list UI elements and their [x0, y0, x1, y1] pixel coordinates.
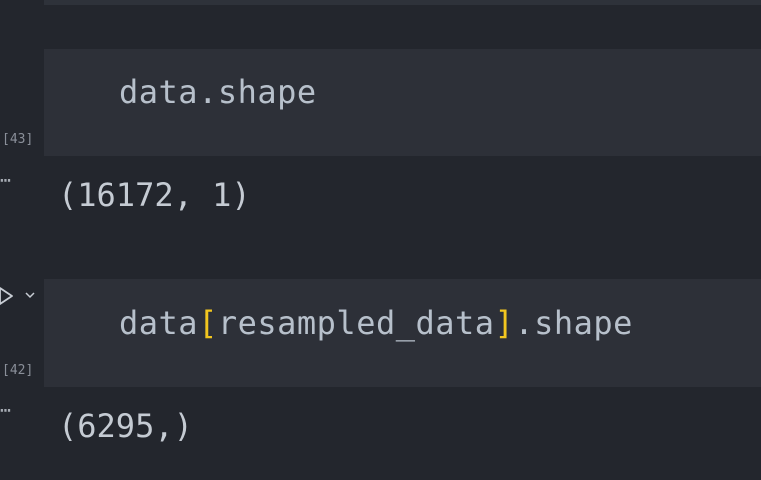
- execution-count-1: [43]: [2, 132, 34, 147]
- previous-cell-edge: [44, 0, 761, 5]
- cell-output-1: (16172, 1): [58, 176, 251, 214]
- code-identifier: resampled_data: [217, 304, 495, 342]
- chevron-down-icon[interactable]: [24, 290, 36, 300]
- code-identifier: data: [119, 304, 199, 342]
- code-line-2[interactable]: data[resampled_data].shape: [119, 304, 633, 342]
- output-more-icon-2[interactable]: ⋯: [0, 400, 11, 421]
- code-cell-input-2[interactable]: data[resampled_data].shape: [44, 279, 761, 387]
- code-attribute: .shape: [514, 304, 633, 342]
- play-icon[interactable]: [0, 286, 14, 306]
- execution-count-2: [42]: [2, 363, 34, 378]
- code-cell-input-1[interactable]: data.shape: [44, 49, 761, 156]
- code-text: data.shape: [119, 73, 317, 111]
- code-line-1[interactable]: data.shape: [119, 73, 317, 111]
- bracket-close: ]: [494, 304, 515, 342]
- notebook-view: data.shape [43] ⋯ (16172, 1) data[resamp…: [0, 0, 761, 480]
- bracket-open: [: [198, 304, 218, 342]
- cell-output-2: (6295,): [58, 407, 193, 445]
- output-more-icon-1[interactable]: ⋯: [0, 170, 11, 191]
